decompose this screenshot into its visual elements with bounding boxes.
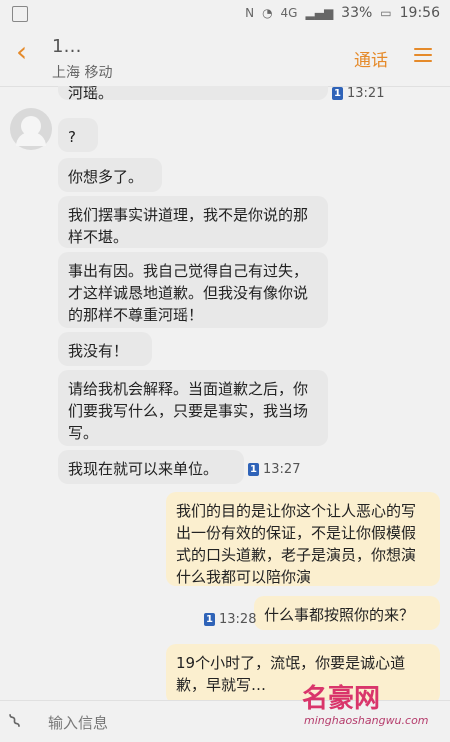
time-label: 19:56 [399, 5, 440, 21]
sim-icon: 1 [332, 87, 343, 100]
timestamp: 1 13:21 [332, 86, 384, 101]
status-icons: N ◔ 4G ▂▄▆ 33% ▭ 19:56 [245, 5, 440, 21]
battery-icon: ▭ [380, 6, 392, 20]
battery-label: 33% [341, 5, 373, 21]
call-button[interactable]: 通话 [354, 46, 388, 71]
message-left[interactable]: 你想多了。 [58, 158, 162, 192]
message-left[interactable]: 请给我机会解释。当面道歉之后，你们要我写什么，只要是事实，我当场写。 [58, 370, 328, 446]
avatar[interactable] [10, 108, 52, 150]
watermark-text: 名豪网 [302, 684, 381, 714]
network-label: 4G [280, 6, 298, 20]
notification-icon [12, 6, 28, 22]
timestamp: 1 13:27 [248, 462, 300, 477]
contact-carrier: 上海 移动 [52, 65, 113, 81]
signal-icon: ▂▄▆ [305, 6, 334, 20]
nfc-icon: N [245, 6, 255, 20]
watermark-logo: 名豪网 minghaoshangwu.com [292, 672, 444, 738]
watermark-subtext: minghaoshangwu.com [304, 714, 429, 727]
sim-icon: 1 [204, 613, 215, 626]
message-left[interactable]: 我没有！ [58, 332, 152, 366]
chat-header: ‹ 1… 上海 移动 通话 [0, 28, 450, 87]
message-list[interactable]: 河瑶。 1 13:21 ? 你想多了。 我们摆事实讲道理，我不是你说的那样不堪。 … [0, 86, 450, 700]
message-right[interactable]: 我们的目的是让你这个让人恶心的写出一份有效的保证，不是让你假模假式的口头道歉，老… [166, 492, 440, 586]
status-bar: N ◔ 4G ▂▄▆ 33% ▭ 19:56 [0, 0, 450, 28]
menu-icon[interactable] [414, 44, 432, 62]
message-left[interactable]: 事出有因。我自己觉得自己有过失，才这样诚恳地道歉。但我没有像你说的那样不尊重河瑶… [58, 252, 328, 328]
message-left[interactable]: 河瑶。 [58, 86, 328, 102]
message-left[interactable]: ? [58, 118, 98, 152]
message-left[interactable]: 我们摆事实讲道理，我不是你说的那样不堪。 [58, 196, 328, 248]
message-right[interactable]: 什么事都按照你的来？ [254, 596, 440, 630]
attachment-icon[interactable]: ⌇ [4, 708, 26, 733]
timestamp: 1 13:28 [204, 612, 256, 627]
wifi-icon: ◔ [262, 6, 273, 20]
back-icon[interactable]: ‹ [16, 38, 27, 66]
message-left[interactable]: 我现在就可以来单位。 [58, 450, 244, 484]
message-input[interactable]: 输入信息 [48, 712, 108, 733]
contact-name: 1… [52, 36, 82, 57]
sim-icon: 1 [248, 463, 259, 476]
